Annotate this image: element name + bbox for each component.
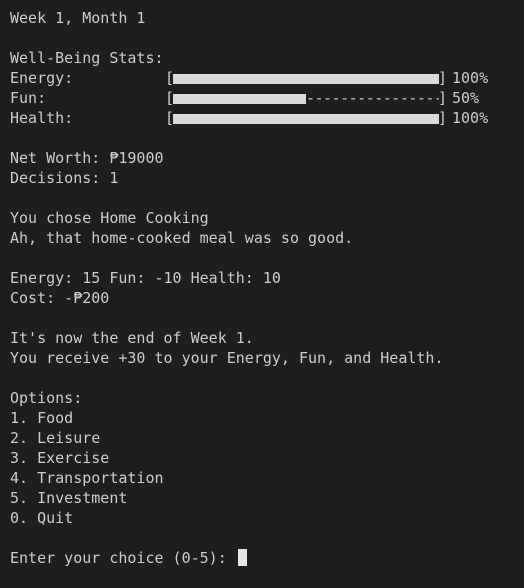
bar-bracket-right: ] xyxy=(437,89,447,107)
stat-row-energy: Energy: [--------------------------------… xyxy=(10,68,524,88)
stat-percent: 100% xyxy=(452,69,489,87)
menu-option-investment: 5. Investment xyxy=(10,489,128,507)
chosen-action: You chose Home Cooking xyxy=(10,209,209,227)
choice-prompt-line[interactable]: Enter your choice (0-5): xyxy=(10,548,524,568)
options-title: Options: xyxy=(10,389,83,407)
bar-bracket-right: ] xyxy=(437,109,447,127)
menu-option-quit: 0. Quit xyxy=(10,509,74,527)
bar-empty-dashes: ---------------------------------------- xyxy=(306,89,439,107)
decisions-count: Decisions: 1 xyxy=(10,169,119,187)
net-worth: Net Worth: ₱19000 xyxy=(10,149,164,167)
stat-label: Fun: xyxy=(10,89,47,107)
menu-option-exercise: 3. Exercise xyxy=(10,449,110,467)
cost-line: Cost: -₱200 xyxy=(10,289,110,307)
menu-option-transportation: 4. Transportation xyxy=(10,469,164,487)
menu-option-food: 1. Food xyxy=(10,409,74,427)
bar-fill xyxy=(173,114,439,124)
stat-label: Energy: xyxy=(10,69,74,87)
terminal-output: Week 1, Month 1 Well-Being Stats: Energy… xyxy=(10,8,524,568)
stat-percent: 50% xyxy=(452,89,480,107)
progress-bar: [---------------------------------------… xyxy=(165,108,447,128)
stat-row-health: Health: [--------------------------------… xyxy=(10,108,524,128)
choice-message: Ah, that home-cooked meal was so good. xyxy=(10,229,354,247)
bar-fill xyxy=(173,94,306,104)
stat-percent: 100% xyxy=(452,109,489,127)
choice-prompt: Enter your choice (0-5): xyxy=(10,549,236,567)
stats-title: Well-Being Stats: xyxy=(10,49,164,67)
progress-bar: [---------------------------------------… xyxy=(165,88,447,108)
text-cursor[interactable] xyxy=(237,549,247,566)
bar-bracket-right: ] xyxy=(437,69,447,87)
stat-deltas: Energy: 15 Fun: -10 Health: 10 xyxy=(10,269,281,287)
stat-row-fun: Fun: [-----------------------------------… xyxy=(10,88,524,108)
menu-option-leisure: 2. Leisure xyxy=(10,429,101,447)
week-month-header: Week 1, Month 1 xyxy=(10,9,146,27)
progress-bar: [---------------------------------------… xyxy=(165,68,447,88)
week-end-bonus: You receive +30 to your Energy, Fun, and… xyxy=(10,349,444,367)
bar-fill xyxy=(173,74,439,84)
stat-label: Health: xyxy=(10,109,74,127)
week-end-notice: It's now the end of Week 1. xyxy=(10,329,254,347)
